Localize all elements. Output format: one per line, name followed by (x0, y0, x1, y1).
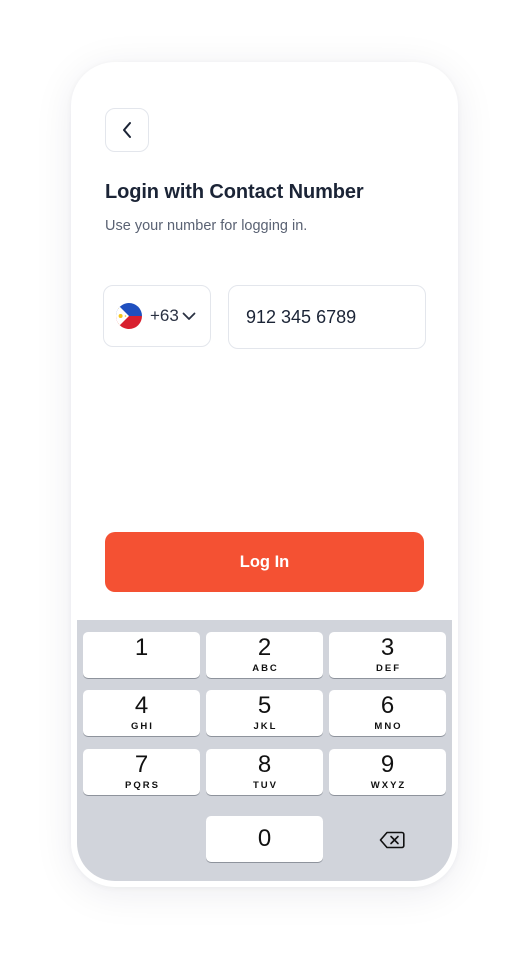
key-letters: JKL (253, 721, 278, 732)
key-2[interactable]: 2 ABC (206, 632, 323, 678)
phone-number-input[interactable] (228, 285, 426, 349)
screen: Login with Contact Number Use your numbe… (0, 0, 519, 956)
key-6[interactable]: 6 MNO (329, 690, 446, 736)
key-digit: 5 (257, 692, 272, 719)
key-digit: 9 (380, 751, 395, 778)
key-digit: 4 (134, 692, 149, 719)
backspace-button[interactable] (374, 825, 410, 855)
key-4[interactable]: 4 GHI (83, 690, 200, 736)
key-3[interactable]: 3 DEF (329, 632, 446, 678)
key-9[interactable]: 9 WXYZ (329, 749, 446, 795)
key-digit: 6 (380, 692, 395, 719)
key-digit: 3 (380, 634, 395, 661)
page-title: Login with Contact Number (105, 181, 364, 203)
key-0[interactable]: 0 (206, 816, 323, 862)
key-digit: 1 (134, 634, 149, 661)
numeric-keypad: 1 2 ABC 3 DEF 4 GHI 5 JKL 6 MNO 7 PQRS 8… (77, 620, 452, 881)
key-letters: WXYZ (370, 780, 407, 791)
key-digit: 8 (257, 751, 272, 778)
key-digit: 0 (257, 825, 272, 852)
key-letters: TUV (253, 780, 278, 791)
phone-frame: Login with Contact Number Use your numbe… (71, 62, 458, 887)
key-letters: DEF (376, 663, 401, 674)
key-7[interactable]: 7 PQRS (83, 749, 200, 795)
key-letters: PQRS (125, 780, 160, 791)
key-letters: MNO (374, 721, 403, 732)
chevron-left-icon (123, 122, 131, 138)
chevron-down-icon (182, 312, 196, 320)
dial-code: +63 (150, 306, 179, 325)
key-1[interactable]: 1 (83, 632, 200, 678)
key-8[interactable]: 8 TUV (206, 749, 323, 795)
key-digit: 2 (257, 634, 272, 661)
country-code-select[interactable]: +63 (103, 285, 211, 347)
key-digit: 7 (134, 751, 149, 778)
key-letters: GHI (131, 721, 154, 732)
page-subtitle: Use your number for logging in. (105, 218, 308, 234)
philippines-flag-icon (116, 303, 142, 329)
backspace-icon (379, 831, 405, 849)
login-button[interactable]: Log In (105, 532, 424, 592)
key-5[interactable]: 5 JKL (206, 690, 323, 736)
key-letters: ABC (252, 663, 279, 674)
back-button[interactable] (105, 108, 149, 152)
